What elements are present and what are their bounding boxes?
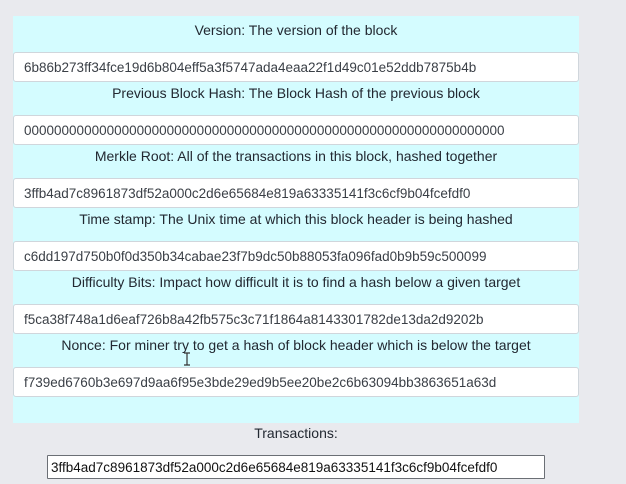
- version-field: Version: The version of the block: [13, 16, 579, 82]
- difficulty-bits-field: Difficulty Bits: Impact how difficult it…: [13, 268, 579, 334]
- merkle-root-label: Merkle Root: All of the transactions in …: [94, 148, 498, 164]
- block-header-panel: Version: The version of the block Previo…: [13, 16, 579, 423]
- transactions-label: Transactions:: [254, 425, 338, 441]
- merkle-root-input[interactable]: [13, 178, 579, 208]
- nonce-label: Nonce: For miner try to get a hash of bl…: [61, 337, 531, 353]
- nonce-field: Nonce: For miner try to get a hash of bl…: [13, 331, 579, 397]
- difficulty-bits-label: Difficulty Bits: Impact how difficult it…: [71, 274, 521, 290]
- previous-block-hash-label: Previous Block Hash: The Block Hash of t…: [112, 85, 480, 101]
- difficulty-bits-input[interactable]: [13, 304, 579, 334]
- previous-block-hash-input[interactable]: [13, 115, 579, 145]
- merkle-root-field: Merkle Root: All of the transactions in …: [13, 142, 579, 208]
- timestamp-input[interactable]: [13, 241, 579, 271]
- transactions-input[interactable]: [47, 455, 545, 479]
- version-input[interactable]: [13, 52, 579, 82]
- timestamp-field: Time stamp: The Unix time at which this …: [13, 205, 579, 271]
- nonce-input[interactable]: [13, 367, 579, 397]
- version-label: Version: The version of the block: [194, 22, 398, 38]
- previous-block-hash-field: Previous Block Hash: The Block Hash of t…: [13, 79, 579, 145]
- timestamp-label: Time stamp: The Unix time at which this …: [79, 211, 513, 227]
